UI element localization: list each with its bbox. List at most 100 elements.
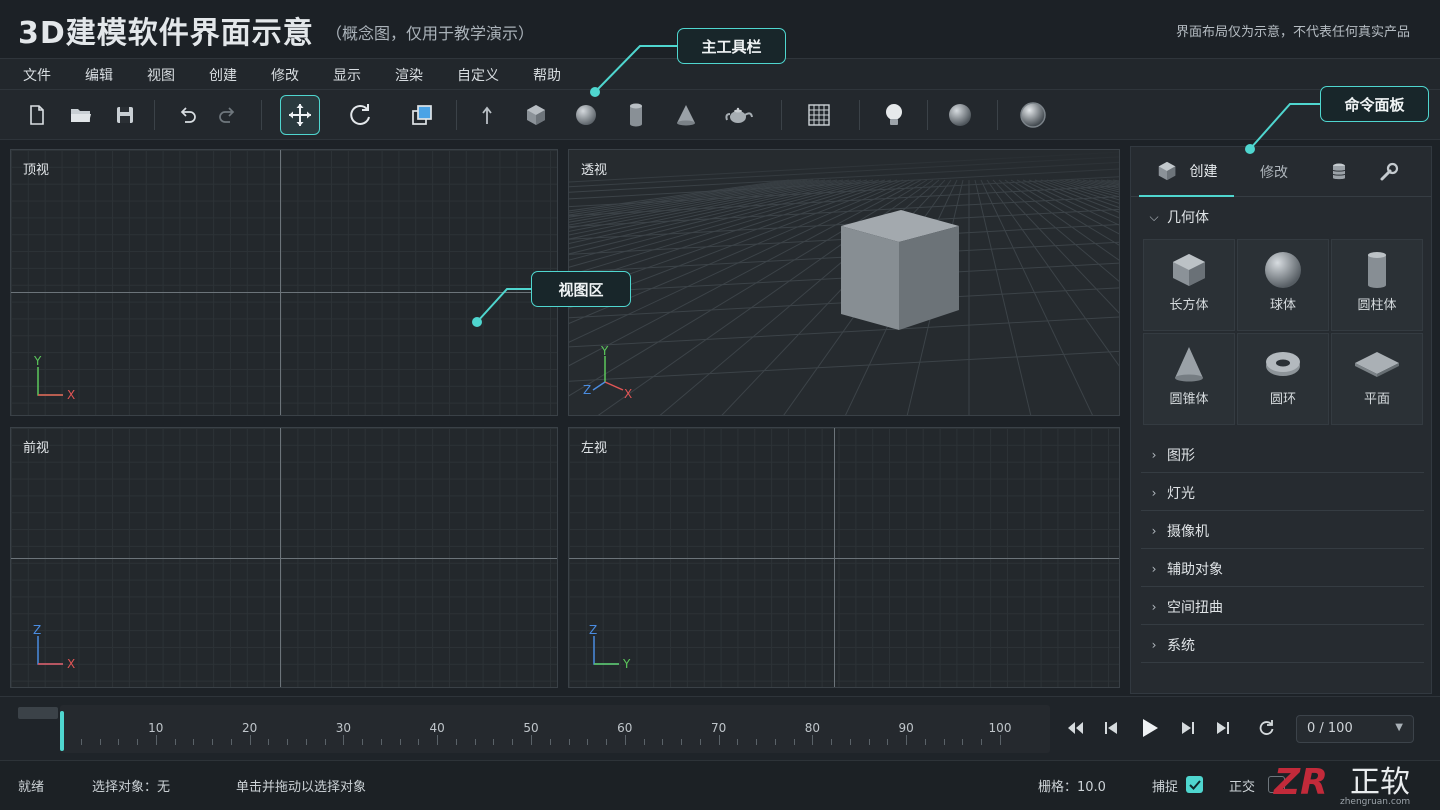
open-folder-icon[interactable] [61,95,101,135]
section-space-warps[interactable]: › 空间扭曲 [1141,589,1424,625]
menu-edit[interactable]: 编辑 [85,65,113,85]
timeline-tick-mark [268,739,270,745]
tab-create[interactable]: 创建 [1139,147,1234,197]
tab-utilities[interactable] [1364,147,1414,197]
geometry-torus[interactable]: 圆环 [1237,333,1329,425]
timeline-tick-label: 90 [898,721,914,735]
timeline-tick-mark [887,739,889,745]
timeline-tick-label: 10 [148,721,164,735]
end-frame-icon[interactable] [1208,713,1238,743]
section-helpers[interactable]: › 辅助对象 [1141,551,1424,587]
timeline-tick-mark [1000,735,1001,745]
axis-label-x: X [67,657,75,671]
axis-label-x: X [624,387,632,401]
menu-display[interactable]: 显示 [333,65,361,85]
geometry-label: 球体 [1269,298,1296,313]
timeline-tick-mark [624,735,626,745]
timeline-track[interactable]: 10 20 30 40 50 60 70 80 90 100 [60,705,1050,753]
tab-modify[interactable]: 修改 [1244,147,1304,197]
menu-modify[interactable]: 修改 [271,65,299,85]
section-geometry[interactable]: ⌵ 几何体 [1141,199,1424,235]
next-frame-icon[interactable] [1173,713,1203,743]
menu-view[interactable]: 视图 [147,65,175,85]
status-grid: 栅格：10.0 [1038,780,1106,795]
timeline-tick-label: 80 [804,721,821,735]
timeline-tick-mark [287,739,289,745]
timeline-handle[interactable] [18,707,58,719]
new-file-icon[interactable] [17,95,57,135]
timeline-tick-mark [568,739,570,745]
timeline-tick-mark [756,739,758,745]
cylinder-icon [1368,252,1386,288]
timeline-tick-mark [868,739,870,745]
tab-hierarchy[interactable] [1314,147,1364,197]
timeline-tick-mark [230,739,232,745]
timeline-tick-mark [212,739,214,745]
section-geometry-label: 几何体 [1167,210,1209,226]
timeline-tick-mark [681,739,683,745]
chevron-down-icon: ⌵ [1149,209,1159,224]
timeline-tick-mark [737,739,739,745]
box-icon[interactable] [516,95,556,135]
status-ready: 就绪 [18,780,45,795]
geometry-box[interactable]: 长方体 [1143,239,1235,331]
timeline-tick-label: 50 [523,721,539,735]
snap-checkbox[interactable] [1186,776,1203,793]
viewport-perspective[interactable]: 透视 Y X Z [568,149,1120,416]
cylinder-icon[interactable] [616,95,656,135]
menu-create[interactable]: 创建 [209,65,237,85]
viewport-top[interactable]: 顶视 Y X [10,149,558,416]
grid-axis-line [11,292,557,293]
scale-icon[interactable] [402,95,442,135]
timeline-tick-mark [587,739,589,745]
geometry-cylinder[interactable]: 圆柱体 [1331,239,1423,331]
cone-icon[interactable] [666,95,706,135]
geometry-plane[interactable]: 平面 [1331,333,1423,425]
viewport-front[interactable]: 前视 Z X [10,427,558,688]
timeline-tick-mark [380,739,382,745]
loop-icon[interactable] [1251,713,1281,743]
timeline-tick-mark [155,735,157,745]
box-icon [1173,254,1205,286]
material-sphere-icon[interactable] [940,95,980,135]
select-arrow-icon[interactable] [467,95,507,135]
geometry-cone[interactable]: 圆锥体 [1143,333,1235,425]
menu-customize[interactable]: 自定义 [457,65,499,85]
section-lights[interactable]: › 灯光 [1141,475,1424,511]
geometry-label: 长方体 [1169,298,1209,313]
redo-icon[interactable] [208,95,248,135]
sphere-icon[interactable] [566,95,606,135]
cube-object[interactable] [837,206,963,332]
timeline-tick-mark [437,735,439,745]
viewport-left[interactable]: 左视 Z Y [568,427,1120,688]
light-bulb-icon[interactable] [874,95,914,135]
rewind-icon[interactable] [1060,713,1090,743]
timeline-tick-label: 20 [241,721,258,735]
menu-file[interactable]: 文件 [23,65,51,85]
rotate-icon[interactable] [340,95,380,135]
timeline-tick-mark [343,735,345,745]
grid-axis-line [280,428,281,687]
prev-frame-icon[interactable] [1096,713,1126,743]
main-toolbar [0,90,1440,140]
render-sphere-icon[interactable] [1013,95,1053,135]
grid-icon[interactable] [799,95,839,135]
toolbar-separator [456,100,457,130]
save-icon[interactable] [105,95,145,135]
watermark-site: zhengruan.com [1340,797,1410,807]
section-cameras[interactable]: › 摄像机 [1141,513,1424,549]
undo-icon[interactable] [167,95,207,135]
axis-gizmo: Z Y [589,623,631,671]
frame-range-select[interactable]: 0 / 100 ▼ [1296,715,1414,743]
move-icon[interactable] [280,95,320,135]
app-title: 3D建模软件界面示意 [18,16,314,51]
play-icon[interactable] [1135,713,1165,743]
teapot-icon[interactable] [719,95,759,135]
section-systems[interactable]: › 系统 [1141,627,1424,663]
timeline-playhead[interactable] [60,711,64,751]
timeline-tick-mark [549,739,551,745]
section-shapes[interactable]: › 图形 [1141,437,1424,473]
menu-help[interactable]: 帮助 [533,65,561,85]
geometry-sphere[interactable]: 球体 [1237,239,1329,331]
menu-render[interactable]: 渲染 [395,65,423,85]
